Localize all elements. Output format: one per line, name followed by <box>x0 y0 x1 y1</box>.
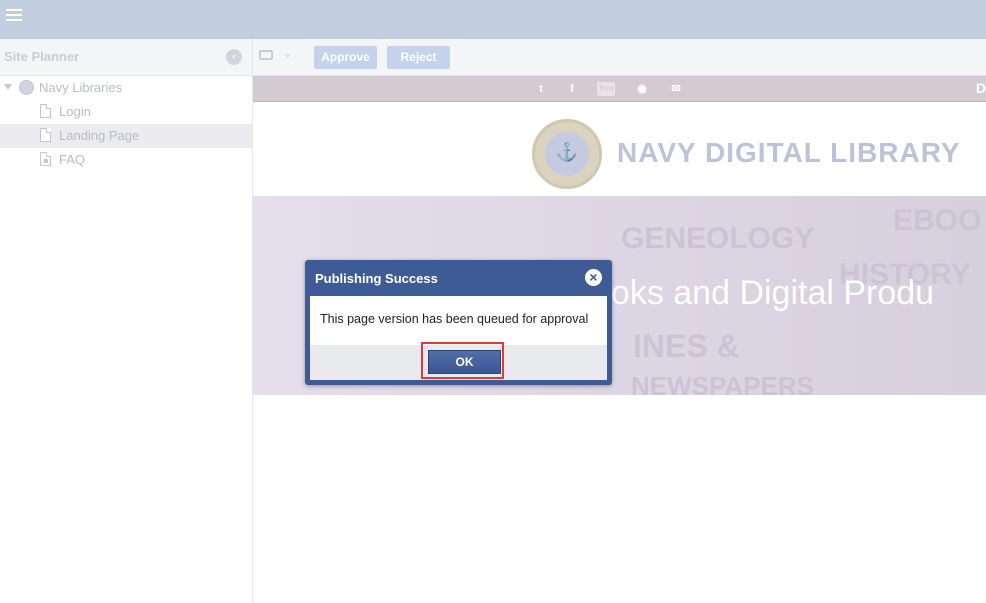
hero-word: INES & <box>633 328 740 364</box>
site-title: NAVY DIGITAL LIBRARY <box>617 137 961 168</box>
chevron-left-icon[interactable]: ‹ <box>226 49 242 65</box>
close-circle-icon[interactable]: × <box>585 269 602 286</box>
sidebar-title: Site Planner <box>4 49 80 64</box>
page-icon <box>40 128 51 142</box>
hero-word: GENEOLOGY <box>621 222 815 255</box>
tree-item-login[interactable]: Login <box>0 100 252 124</box>
hero-word: EBOO <box>893 204 982 237</box>
dialog-footer: OK <box>310 342 607 380</box>
hamburger-menu-icon[interactable] <box>6 9 22 25</box>
top-bar <box>0 0 986 39</box>
tree-item-label: FAQ <box>59 152 86 167</box>
hero-word: NEWSPAPERS <box>631 371 814 395</box>
chevron-down-icon[interactable]: ⌄ <box>283 47 292 60</box>
hero-headline: ooks and Digital Produ <box>592 274 935 312</box>
rss-icon[interactable]: ◉ <box>635 82 649 96</box>
library-seal-logo: ⚓ <box>532 119 602 189</box>
tree-item-label: Navy Libraries <box>39 80 123 95</box>
youtube-icon[interactable]: You <box>597 82 615 96</box>
tree-item-navy-libraries[interactable]: Navy Libraries <box>0 76 252 100</box>
globe-icon <box>19 80 34 95</box>
tree-item-landing-page[interactable]: Landing Page <box>0 124 252 148</box>
publishing-success-dialog: Publishing Success × This page version h… <box>305 260 612 385</box>
ok-button[interactable]: OK <box>428 350 501 374</box>
twitter-icon[interactable]: t <box>534 82 548 96</box>
social-bar: t f You ◉ ✉ D <box>253 76 986 102</box>
monitor-icon[interactable] <box>259 50 273 60</box>
dialog-body: This page version has been queued for ap… <box>310 296 607 345</box>
locked-page-icon <box>40 152 51 166</box>
sidebar-header: Site Planner ‹ <box>0 39 252 76</box>
tree-item-label: Login <box>59 104 91 119</box>
site-planner-sidebar: Site Planner ‹ Navy Libraries Login Land… <box>0 39 253 603</box>
truncated-edge-text: D <box>975 80 986 96</box>
dialog-message: This page version has been queued for ap… <box>320 312 589 326</box>
reject-button[interactable]: Reject <box>387 46 450 69</box>
expand-triangle-icon[interactable] <box>4 84 12 90</box>
dialog-title: Publishing Success <box>315 271 438 286</box>
tree-item-label: Landing Page <box>59 128 140 143</box>
email-icon[interactable]: ✉ <box>669 82 683 96</box>
approve-button[interactable]: Approve <box>314 46 377 69</box>
site-header: ⚓ NAVY DIGITAL LIBRARY <box>253 102 986 196</box>
page-icon <box>40 104 51 118</box>
highlight-ring: OK <box>421 342 504 379</box>
preview-toolbar: ⌄ Approve Reject <box>253 39 986 76</box>
facebook-icon[interactable]: f <box>565 82 579 96</box>
tree-item-faq[interactable]: FAQ <box>0 148 252 172</box>
